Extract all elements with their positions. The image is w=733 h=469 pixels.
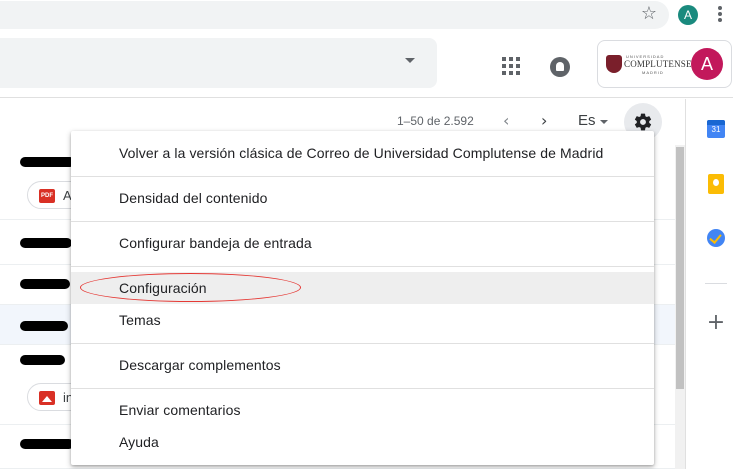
menu-divider <box>71 388 654 389</box>
pdf-icon: PDF <box>39 189 55 203</box>
input-language-select[interactable]: Es <box>578 112 596 129</box>
redacted-sender <box>20 157 75 167</box>
menu-item-display-density[interactable]: Densidad del contenido <box>71 182 654 214</box>
logo-main-text: COMPLUTENSE <box>624 59 692 69</box>
search-options-icon[interactable] <box>405 58 415 63</box>
menu-item-classic-version[interactable]: Volver a la versión clásica de Correo de… <box>71 137 654 169</box>
redacted-sender <box>20 355 65 365</box>
redacted-sender <box>20 321 68 331</box>
crest-icon <box>606 55 622 73</box>
gmail-header: UNIVERSIDAD COMPLUTENSE MADRID A <box>0 30 733 98</box>
chevron-left-icon[interactable]: ‹ <box>503 111 509 130</box>
pagination-count: 1–50 de 2.592 <box>397 114 474 128</box>
menu-item-configure-inbox[interactable]: Configurar bandeja de entrada <box>71 227 654 259</box>
menu-divider <box>71 266 654 267</box>
add-icon[interactable]: + <box>706 312 726 334</box>
divider <box>705 283 727 284</box>
account-switcher[interactable]: UNIVERSIDAD COMPLUTENSE MADRID A <box>597 40 732 88</box>
address-bar[interactable] <box>0 1 669 29</box>
image-icon <box>39 391 55 405</box>
avatar[interactable]: A <box>691 48 723 80</box>
keep-icon[interactable] <box>708 174 724 194</box>
side-panel: 31 + <box>685 99 733 469</box>
chevron-right-icon[interactable]: › <box>541 111 547 130</box>
tasks-icon[interactable] <box>707 229 725 247</box>
chevron-down-icon[interactable] <box>600 120 608 124</box>
menu-divider <box>71 176 654 177</box>
search-input[interactable] <box>0 38 437 88</box>
browser-profile-avatar[interactable]: A <box>678 5 698 25</box>
menu-item-send-feedback[interactable]: Enviar comentarios <box>71 394 654 426</box>
logo-bottom-text: MADRID <box>642 70 664 75</box>
scrollbar-thumb[interactable] <box>676 147 684 389</box>
menu-item-settings[interactable]: Configuración <box>71 272 654 304</box>
menu-item-help[interactable]: Ayuda <box>71 426 654 458</box>
menu-divider <box>71 221 654 222</box>
menu-item-get-addons[interactable]: Descargar complementos <box>71 349 654 381</box>
menu-item-themes[interactable]: Temas <box>71 304 654 336</box>
calendar-icon[interactable]: 31 <box>707 120 725 138</box>
gear-icon <box>634 113 652 131</box>
redacted-sender <box>20 439 74 449</box>
notification-bell-icon[interactable] <box>550 57 570 77</box>
apps-grid-icon[interactable] <box>502 57 520 75</box>
browser-toolbar: ☆ A <box>0 0 733 30</box>
redacted-sender <box>20 238 72 248</box>
menu-divider <box>71 343 654 344</box>
university-logo: UNIVERSIDAD COMPLUTENSE MADRID <box>606 53 692 75</box>
kebab-menu-icon[interactable] <box>713 5 727 25</box>
star-outline-icon[interactable]: ☆ <box>639 4 659 24</box>
redacted-sender <box>20 279 70 289</box>
settings-menu: Volver a la versión clásica de Correo de… <box>71 131 654 465</box>
